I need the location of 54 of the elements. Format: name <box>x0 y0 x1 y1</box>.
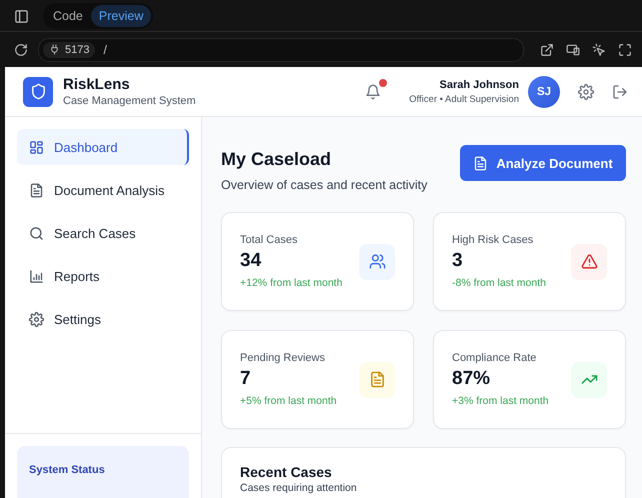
stat-label: Pending Reviews <box>240 352 326 364</box>
stat-change: -8% from last month <box>452 277 546 289</box>
stat-value: 7 <box>240 368 252 390</box>
view-tab[interactable]: Code <box>45 5 91 27</box>
stat-value: 34 <box>240 250 262 272</box>
page-title: My Caseload <box>221 149 332 170</box>
nav-item[interactable]: Settings <box>17 301 189 337</box>
warning-icon <box>580 253 598 270</box>
stat-change: +3% from last month <box>452 395 549 407</box>
stat-value: 87% <box>452 368 492 390</box>
nav-item[interactable]: Dashboard <box>17 129 189 165</box>
settings-icon <box>29 312 44 326</box>
logout-icon[interactable] <box>612 84 628 100</box>
plug-icon <box>49 44 60 55</box>
stat-label: High Risk Cases <box>452 234 534 246</box>
stat-label: Compliance Rate <box>452 352 538 364</box>
document-icon <box>368 371 386 388</box>
user-role: Officer • Adult Supervision <box>409 94 519 104</box>
shield-logo-icon <box>23 76 53 106</box>
analyze-document-button[interactable]: Analyze Document <box>460 145 626 181</box>
stat-change: +5% from last month <box>240 395 337 407</box>
stat-change: +12% from last month <box>240 277 342 289</box>
port-chip[interactable]: 5173 <box>43 42 96 58</box>
port-number: 5173 <box>65 44 90 56</box>
external-link-icon[interactable] <box>540 42 554 56</box>
notification-bell-icon[interactable] <box>365 84 382 100</box>
grid-icon <box>29 140 44 154</box>
bar-chart-icon <box>29 268 44 284</box>
devices-icon[interactable] <box>566 42 580 56</box>
page-subtitle: Overview of cases and recent activity <box>221 178 428 192</box>
nav-item[interactable]: Search Cases <box>17 215 189 251</box>
sidebar-toggle-icon[interactable] <box>14 8 29 24</box>
search-icon <box>29 226 44 240</box>
view-tab[interactable]: Preview <box>90 5 152 27</box>
stat-label: Total Cases <box>240 234 298 246</box>
reload-icon[interactable] <box>14 42 28 56</box>
document-icon <box>473 156 488 170</box>
app-tagline: Case Management System <box>63 95 196 107</box>
nav-item[interactable]: Reports <box>17 258 189 294</box>
app-name: RiskLens <box>63 76 131 93</box>
system-status-title: System Status <box>29 464 105 476</box>
recent-cases-subtitle: Cases requiring attention <box>240 482 358 494</box>
nav-item[interactable]: Document Analysis <box>17 172 189 208</box>
users-icon <box>368 253 386 270</box>
user-avatar[interactable]: SJ <box>528 76 560 108</box>
document-icon <box>29 182 44 198</box>
user-name: Sarah Johnson <box>440 78 519 90</box>
recent-cases-title: Recent Cases <box>240 464 333 480</box>
stat-value: 3 <box>452 250 464 272</box>
address-bar[interactable]: 5173 / <box>38 38 524 62</box>
settings-icon[interactable] <box>578 84 594 100</box>
fullscreen-icon[interactable] <box>618 42 632 56</box>
cursor-icon[interactable] <box>592 42 606 56</box>
url-path: / <box>103 42 107 56</box>
